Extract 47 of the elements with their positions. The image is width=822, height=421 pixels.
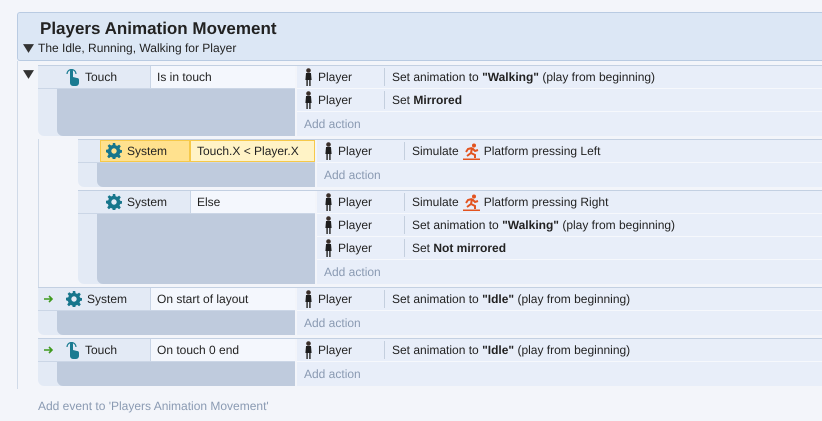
action-text: Simulate [412,194,459,211]
action-text: Set animation to "Idle" (play from beginning) [392,291,630,308]
action-text: Set Mirrored [392,92,462,109]
player-figure-icon [305,340,312,360]
condition-object[interactable]: Touch [60,66,150,88]
collapse-toggle-icon[interactable] [22,69,34,80]
condition-object[interactable]: System [100,140,190,162]
group-description: The Idle, Running, Walking for Player [38,40,236,56]
running-figure-icon [462,142,480,160]
condition-object[interactable]: System [100,191,190,213]
condition-text[interactable]: Else [190,191,315,213]
group-title: Players Animation Movement [40,18,278,40]
action-object: Player [318,342,352,359]
gear-icon [106,143,122,159]
action-object: Player [318,291,352,308]
player-figure-icon [325,238,332,258]
action-text: Set animation to "Walking" (play from beginning) [392,69,656,86]
player-figure-icon [305,90,312,110]
condition-object[interactable]: Touch [60,339,150,361]
action-object: Player [338,240,372,257]
condition-text[interactable]: Is in touch [150,66,295,88]
action-object: Player [338,194,372,211]
action-object: Player [338,217,372,234]
gear-icon [106,194,122,210]
condition-text[interactable]: On touch 0 end [150,339,295,361]
action-text: Platform pressing Right [484,194,608,211]
collapse-toggle-icon[interactable] [23,42,34,54]
condition-text[interactable]: Touch.X < Player.X [190,140,315,162]
action-object: Player [338,143,372,160]
action-object: Player [318,69,352,86]
player-figure-icon [325,142,332,160]
action-text: Set animation to "Idle" (play from beginning) [392,342,630,359]
touch-hand-icon [66,342,80,358]
player-figure-icon [325,216,332,234]
condition-text[interactable]: On start of layout [150,288,295,310]
action-text: Platform pressing Left [484,143,600,160]
running-figure-icon [462,194,480,210]
action-text: Set animation to "Walking" (play from beginning) [412,217,676,234]
player-figure-icon [305,68,312,86]
player-figure-icon [305,290,312,308]
action-text: Set Not mirrored [412,240,506,257]
condition-object[interactable]: System [60,288,150,310]
action-object: Player [318,92,352,109]
action-text: Simulate [412,143,459,160]
gear-icon [66,291,82,307]
touch-hand-icon [66,68,80,86]
player-figure-icon [325,192,332,212]
